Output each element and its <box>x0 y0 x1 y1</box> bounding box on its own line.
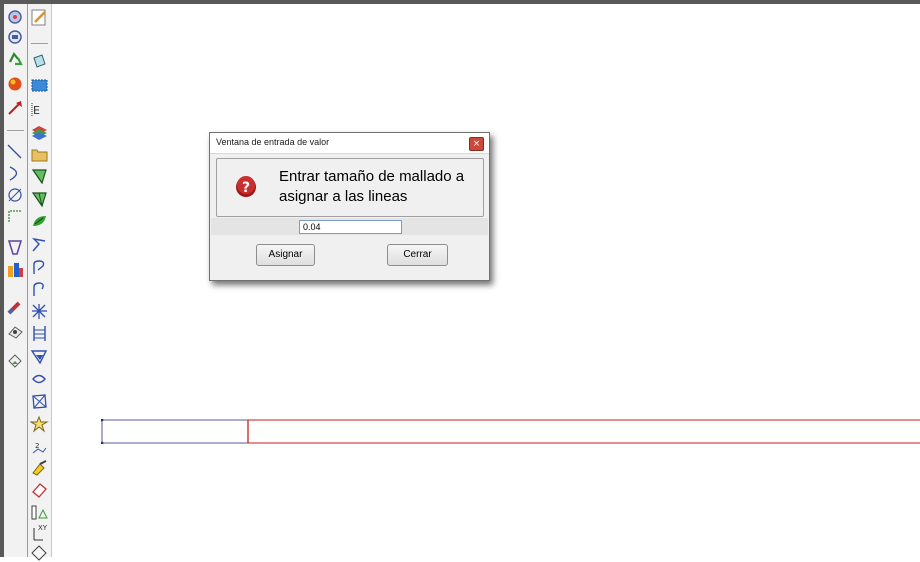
net-icon[interactable] <box>30 392 49 411</box>
surface-icon[interactable] <box>6 238 25 257</box>
path-icon[interactable] <box>30 235 49 254</box>
xy-axis-icon[interactable]: XY <box>30 523 49 542</box>
geometry-toolbar: E 2 XY <box>28 4 52 561</box>
dialog-title: Ventana de entrada de valor <box>216 137 330 147</box>
eraser-icon[interactable] <box>6 350 25 369</box>
toolbar-separator <box>31 43 48 44</box>
point[interactable] <box>101 441 104 444</box>
close-button[interactable]: Cerrar <box>387 244 448 266</box>
geometry-lines <box>101 419 920 444</box>
curve-icon[interactable] <box>6 186 25 205</box>
line-icon[interactable] <box>6 142 25 161</box>
question-icon: ? <box>236 176 256 197</box>
input-row: 0.04 <box>211 218 488 235</box>
assign-button[interactable]: Asignar <box>256 244 315 266</box>
ladder-icon[interactable] <box>30 324 49 343</box>
select-box-icon[interactable] <box>30 76 49 95</box>
point[interactable] <box>101 419 104 422</box>
sequence-icon[interactable]: 2 <box>30 437 49 456</box>
explode-icon[interactable] <box>30 302 49 321</box>
render-sphere-icon[interactable] <box>6 74 25 93</box>
color-icon[interactable] <box>6 260 25 279</box>
dialog-message: Entrar tamaño de mallado a asignar a las… <box>279 168 465 205</box>
arrow-icon[interactable] <box>6 98 25 117</box>
svg-text:?: ? <box>242 180 250 196</box>
surface-mesh-icon[interactable] <box>30 167 49 186</box>
zoom-icon[interactable] <box>6 8 25 27</box>
svg-text:2: 2 <box>35 442 39 450</box>
display-icon[interactable] <box>6 28 25 47</box>
layers-icon[interactable] <box>30 123 49 142</box>
svg-text:XY: XY <box>38 524 48 532</box>
edit-icon[interactable] <box>30 8 49 27</box>
measure-icon[interactable] <box>30 503 49 522</box>
value-input[interactable]: 0.04 <box>299 220 402 234</box>
toolbar-separator <box>7 130 24 131</box>
recycle-icon[interactable] <box>6 50 25 69</box>
equation-icon[interactable]: E <box>30 100 49 119</box>
left-toolbar <box>4 4 28 557</box>
dialog-titlebar[interactable]: Ventana de entrada de valor × <box>210 133 489 154</box>
star-icon[interactable] <box>30 415 49 434</box>
leaf-icon[interactable] <box>30 212 49 231</box>
close-icon[interactable]: × <box>469 137 484 151</box>
brush-icon[interactable] <box>30 459 49 478</box>
value-input-dialog: Ventana de entrada de valor × ? Entrar t… <box>209 132 490 281</box>
svg-text:E: E <box>33 104 40 117</box>
nurbs-line-icon[interactable] <box>6 207 25 226</box>
loop-icon[interactable] <box>30 258 49 277</box>
diamond-icon[interactable] <box>30 543 49 562</box>
eraser-icon[interactable] <box>30 480 49 499</box>
message-panel: ? Entrar tamaño de mallado a asignar a l… <box>216 158 484 217</box>
magnet-icon[interactable] <box>6 299 25 318</box>
surface-mesh-icon[interactable] <box>30 190 49 209</box>
folder-icon[interactable] <box>30 145 49 164</box>
loop-icon[interactable] <box>30 280 49 299</box>
node-icon[interactable] <box>6 322 25 341</box>
polygon-icon[interactable] <box>30 347 49 366</box>
swap-icon[interactable] <box>30 370 49 389</box>
layer-icon[interactable] <box>30 52 49 71</box>
arc-icon[interactable] <box>6 164 25 183</box>
